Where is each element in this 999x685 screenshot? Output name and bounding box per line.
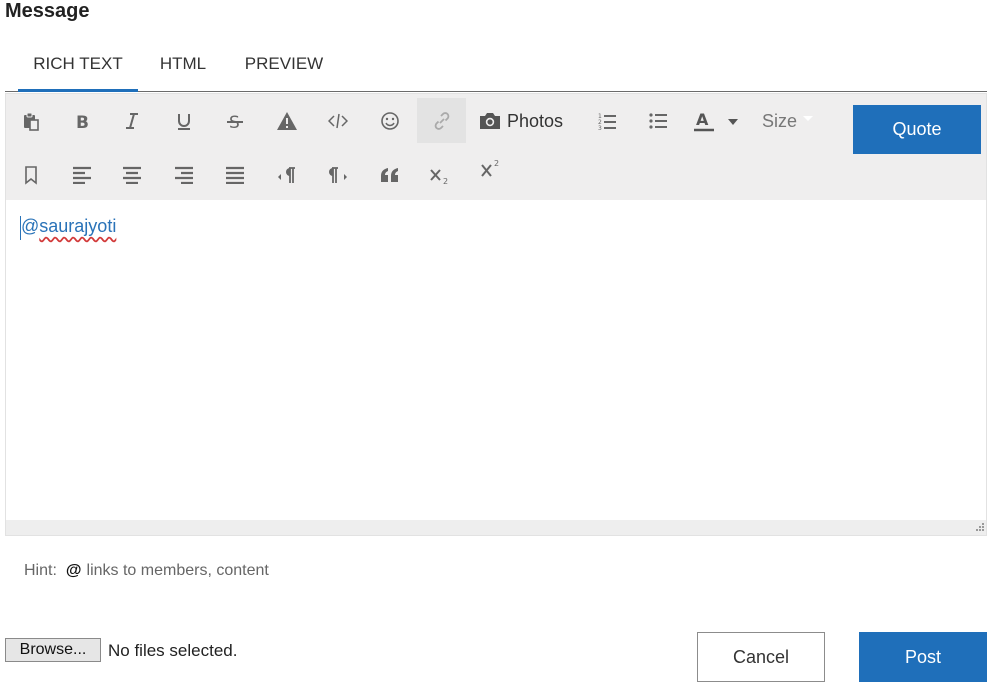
strikethrough-icon[interactable]: S <box>212 98 258 144</box>
cancel-button[interactable]: Cancel <box>697 632 825 682</box>
tab-preview[interactable]: PREVIEW <box>238 54 330 92</box>
emoji-icon[interactable] <box>367 98 413 144</box>
align-center-icon[interactable] <box>109 152 155 198</box>
unordered-list-icon[interactable] <box>635 98 681 144</box>
align-left-icon[interactable] <box>59 152 105 198</box>
bookmark-icon[interactable] <box>8 152 54 198</box>
align-right-icon[interactable] <box>161 152 207 198</box>
tab-rich-text[interactable]: RICH TEXT <box>18 54 138 92</box>
editor-tabs: RICH TEXT HTML PREVIEW <box>5 48 987 92</box>
file-status: No files selected. <box>108 641 238 660</box>
quote-button[interactable]: Quote <box>853 105 981 154</box>
code-icon[interactable] <box>315 98 361 144</box>
rich-text-editor: B S Photos 123 A Size Quote 2 2 @saurajy… <box>5 93 987 536</box>
hint-prefix: Hint: <box>24 562 57 579</box>
font-color-icon: A <box>696 110 709 129</box>
editor-toolbar: B S Photos 123 A Size Quote 2 2 <box>6 94 986 200</box>
svg-text:2: 2 <box>443 177 448 185</box>
post-button[interactable]: Post <box>859 632 987 682</box>
editor-status-bar <box>6 520 986 535</box>
rtl-paragraph-icon[interactable] <box>315 152 361 198</box>
editor-content-area[interactable]: @saurajyoti <box>6 200 986 520</box>
mention-username: saurajyoti <box>39 216 117 236</box>
hint-text: links to members, content <box>86 562 269 579</box>
blockquote-icon[interactable] <box>367 152 413 198</box>
size-label: Size <box>762 110 798 131</box>
camera-icon <box>480 113 500 129</box>
underline-icon[interactable] <box>161 98 207 144</box>
svg-text:B: B <box>76 113 89 131</box>
size-select[interactable]: Size <box>762 106 814 136</box>
paste-icon[interactable] <box>8 98 54 144</box>
ltr-paragraph-icon[interactable] <box>264 152 310 198</box>
superscript-icon[interactable]: 2 <box>468 146 514 192</box>
ordered-list-icon[interactable]: 123 <box>584 98 630 144</box>
page-title: Message <box>5 0 90 22</box>
italic-icon[interactable] <box>109 98 155 144</box>
resize-handle-icon[interactable] <box>974 523 984 533</box>
hint-at-symbol: @ <box>65 562 82 579</box>
tab-html[interactable]: HTML <box>150 54 216 92</box>
align-justify-icon[interactable] <box>212 152 258 198</box>
spoiler-warning-icon[interactable] <box>264 98 310 144</box>
svg-text:2: 2 <box>494 159 499 168</box>
font-color-button[interactable]: A <box>686 98 746 144</box>
mention-at-symbol: @ <box>21 216 40 236</box>
subscript-icon[interactable]: 2 <box>417 152 463 198</box>
mention-hint: Hint: @ links to members, content <box>24 562 269 580</box>
chevron-down-icon <box>728 119 738 125</box>
svg-text:3: 3 <box>598 125 602 131</box>
link-icon[interactable] <box>417 98 466 143</box>
caret-down-icon <box>803 115 814 121</box>
photos-button[interactable]: Photos <box>478 106 563 136</box>
browse-button[interactable]: Browse... <box>5 638 101 662</box>
photos-label: Photos <box>507 110 564 131</box>
bold-icon[interactable]: B <box>59 98 105 144</box>
member-mention[interactable]: @saurajyoti <box>21 216 116 237</box>
